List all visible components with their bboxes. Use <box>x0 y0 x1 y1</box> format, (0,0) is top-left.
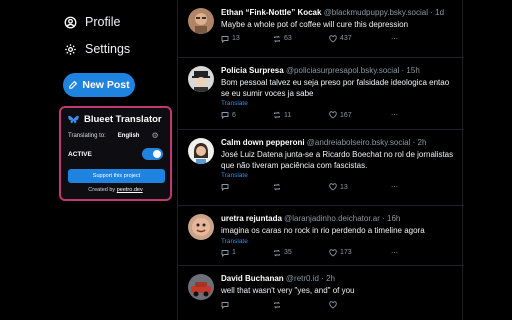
translator-header: Blueet Translator <box>68 114 163 125</box>
nav-profile-label: Profile <box>85 15 121 29</box>
reply-button[interactable]: 13 <box>221 35 240 43</box>
support-button[interactable]: Support this project <box>68 169 165 183</box>
translate-link[interactable]: Translate <box>221 238 459 245</box>
feed: Ethan “Fink-Nottle” Kocak @blackmudpuppy… <box>177 0 464 320</box>
heart-icon <box>329 248 337 257</box>
post-text: Maybe a whole pot of coffee will cure th… <box>221 20 409 29</box>
repost-icon <box>273 35 281 42</box>
new-post-button[interactable]: New Post <box>63 73 135 97</box>
like-button[interactable]: 167 <box>329 111 352 119</box>
feed-post[interactable]: uretra rejuntada @laranjadinho.deichator… <box>178 205 464 265</box>
post-time: · 1d <box>430 8 445 17</box>
credit-prefix: Created by <box>88 187 116 193</box>
post-text: José Luiz Datena junta-se a Ricardo Boec… <box>221 150 454 170</box>
post-handle[interactable]: @policiasurpresapol.bsky.social <box>286 66 399 75</box>
nav-profile[interactable]: Profile <box>64 15 120 29</box>
active-row: ACTIVE <box>68 148 163 160</box>
woman-avatar-icon[interactable] <box>188 138 214 164</box>
active-toggle[interactable] <box>142 148 163 160</box>
repost-icon <box>273 111 281 119</box>
post-actions: 1 35 173 ⋯ <box>221 248 459 259</box>
repost-icon <box>273 249 281 256</box>
post-time: · 16h <box>382 214 401 223</box>
police-avatar-icon[interactable] <box>188 66 214 92</box>
like-button[interactable]: 173 <box>329 248 352 257</box>
post-handle[interactable]: @andreiabolseiro.bsky.social <box>307 138 411 147</box>
reply-icon <box>221 35 229 43</box>
repost-button[interactable]: 11 <box>273 111 291 119</box>
post-actions: 13 63 437 ⋯ <box>221 34 459 45</box>
reply-button[interactable]: 1 <box>221 249 236 257</box>
widget-gear-icon[interactable]: ⚙ <box>151 131 158 140</box>
post-text: Bom pessoal talvez eu seja preso por fal… <box>221 78 450 98</box>
like-button[interactable]: 13 <box>329 183 348 191</box>
post-text: imagina os caras no rock in rio perdendo… <box>221 226 425 235</box>
profile-icon <box>64 16 77 28</box>
like-button[interactable] <box>329 300 340 309</box>
post-handle[interactable]: @retr0.id <box>286 274 319 283</box>
translate-link[interactable]: Translate <box>221 172 459 179</box>
post-handle[interactable]: @laranjadinho.deichator.ar <box>284 214 380 223</box>
feed-post[interactable]: Polícia Surpresa @policiasurpresapol.bsk… <box>178 57 464 127</box>
more-icon[interactable]: ⋯ <box>391 183 398 191</box>
more-icon[interactable]: ⋯ <box>391 249 398 257</box>
post-actions <box>221 300 459 311</box>
heart-icon <box>329 111 337 119</box>
reply-icon <box>221 184 229 191</box>
post-actions: 13 ⋯ <box>221 183 459 193</box>
post-actions: 6 11 167 ⋯ <box>221 111 459 121</box>
heart-icon <box>329 300 337 309</box>
car-avatar-icon[interactable] <box>188 274 214 300</box>
nav-settings-label: Settings <box>85 42 131 56</box>
language-select[interactable]: English <box>118 133 140 139</box>
feed-post[interactable]: Calm down pepperoni @andreiabolseiro.bsk… <box>178 129 464 204</box>
active-label: ACTIVE <box>68 150 92 158</box>
translating-label: Translating to: <box>68 132 106 139</box>
feed-post[interactable]: Ethan “Fink-Nottle” Kocak @blackmudpuppy… <box>178 0 464 57</box>
more-icon[interactable]: ⋯ <box>391 111 398 119</box>
post-author[interactable]: uretra rejuntada <box>221 214 282 223</box>
translating-row: Translating to: English ⚙ <box>68 131 163 140</box>
post-text: well that wasn't very "yes, and" of you <box>221 286 355 295</box>
heart-icon <box>329 183 337 191</box>
post-time: · 15h <box>401 66 420 75</box>
post-author[interactable]: Ethan “Fink-Nottle” Kocak <box>221 8 321 17</box>
gear-icon <box>65 43 76 55</box>
post-time: · 2h <box>412 138 427 147</box>
reply-icon <box>221 249 229 257</box>
credit-line: Created by peetro.dev <box>68 187 163 193</box>
reply-icon <box>221 301 229 309</box>
feed-post[interactable]: David Buchanan @retr0.id · 2h well that … <box>178 265 464 320</box>
repost-button[interactable]: 63 <box>273 35 292 43</box>
reply-button[interactable] <box>221 183 232 191</box>
translator-title: Blueet Translator <box>84 114 162 125</box>
new-post-label: New Post <box>82 79 130 91</box>
reply-button[interactable] <box>221 301 232 309</box>
post-handle[interactable]: @blackmudpuppy.bsky.social <box>324 8 428 17</box>
post-time: · 2h <box>321 274 335 283</box>
post-author[interactable]: Calm down pepperoni <box>221 138 305 147</box>
heart-icon <box>329 34 337 43</box>
repost-button[interactable] <box>273 301 284 309</box>
reply-icon <box>221 112 229 119</box>
man-avatar-icon[interactable] <box>188 8 214 34</box>
repost-icon <box>273 183 281 191</box>
translator-widget: Blueet Translator Translating to: Englis… <box>59 106 172 201</box>
credit-link[interactable]: peetro.dev <box>117 187 143 193</box>
more-icon[interactable]: ⋯ <box>391 35 398 43</box>
reply-button[interactable]: 6 <box>221 111 236 119</box>
repost-icon <box>273 301 281 308</box>
repost-button[interactable]: 35 <box>273 249 292 257</box>
compose-icon <box>69 80 78 89</box>
butterfly-icon <box>68 115 79 123</box>
nav-settings[interactable]: Settings <box>64 42 130 56</box>
face-avatar-icon[interactable] <box>188 214 214 240</box>
translate-link[interactable]: Translate <box>221 100 459 107</box>
post-author[interactable]: Polícia Surpresa <box>221 66 284 75</box>
post-author[interactable]: David Buchanan <box>221 274 284 283</box>
like-button[interactable]: 437 <box>329 34 352 43</box>
repost-button[interactable] <box>273 183 284 191</box>
